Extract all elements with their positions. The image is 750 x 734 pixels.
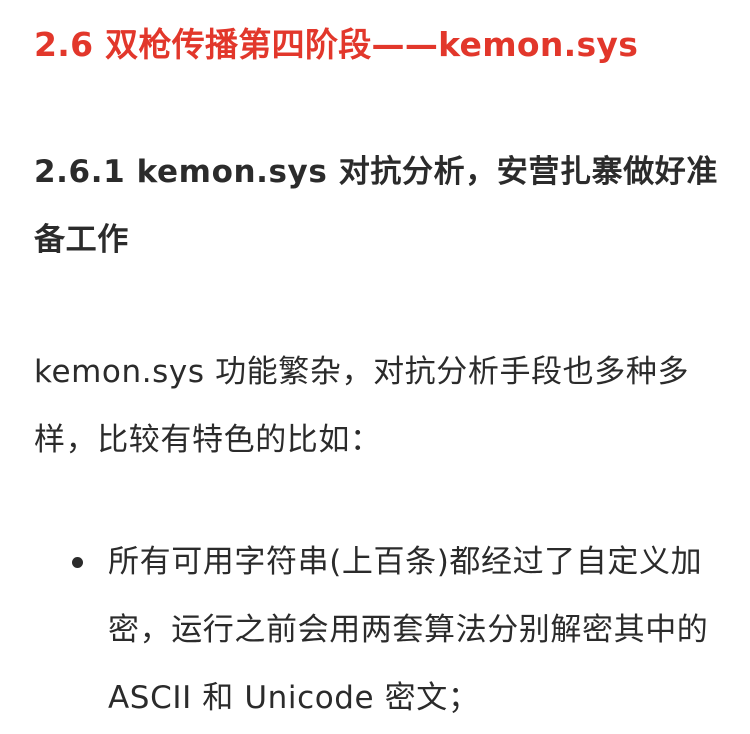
subsection-heading: 2.6.1 kemon.sys 对抗分析，安营扎寨做好准备工作 [34,154,719,258]
section-heading: 2.6 双枪传播第四阶段——kemon.sys [34,25,639,64]
bullet-dot-icon [72,557,83,568]
bullet-list: 所有可用字符串(上百条)都经过了自定义加密，运行之前会用两套算法分别解密其中的 … [34,528,724,732]
list-item: 所有可用字符串(上百条)都经过了自定义加密，运行之前会用两套算法分别解密其中的 … [34,528,724,732]
intro-paragraph: kemon.sys 功能繁杂，对抗分析手段也多种多样，比较有特色的比如： [34,354,690,458]
list-item-text: 所有可用字符串(上百条)都经过了自定义加密，运行之前会用两套算法分别解密其中的 … [108,544,709,716]
